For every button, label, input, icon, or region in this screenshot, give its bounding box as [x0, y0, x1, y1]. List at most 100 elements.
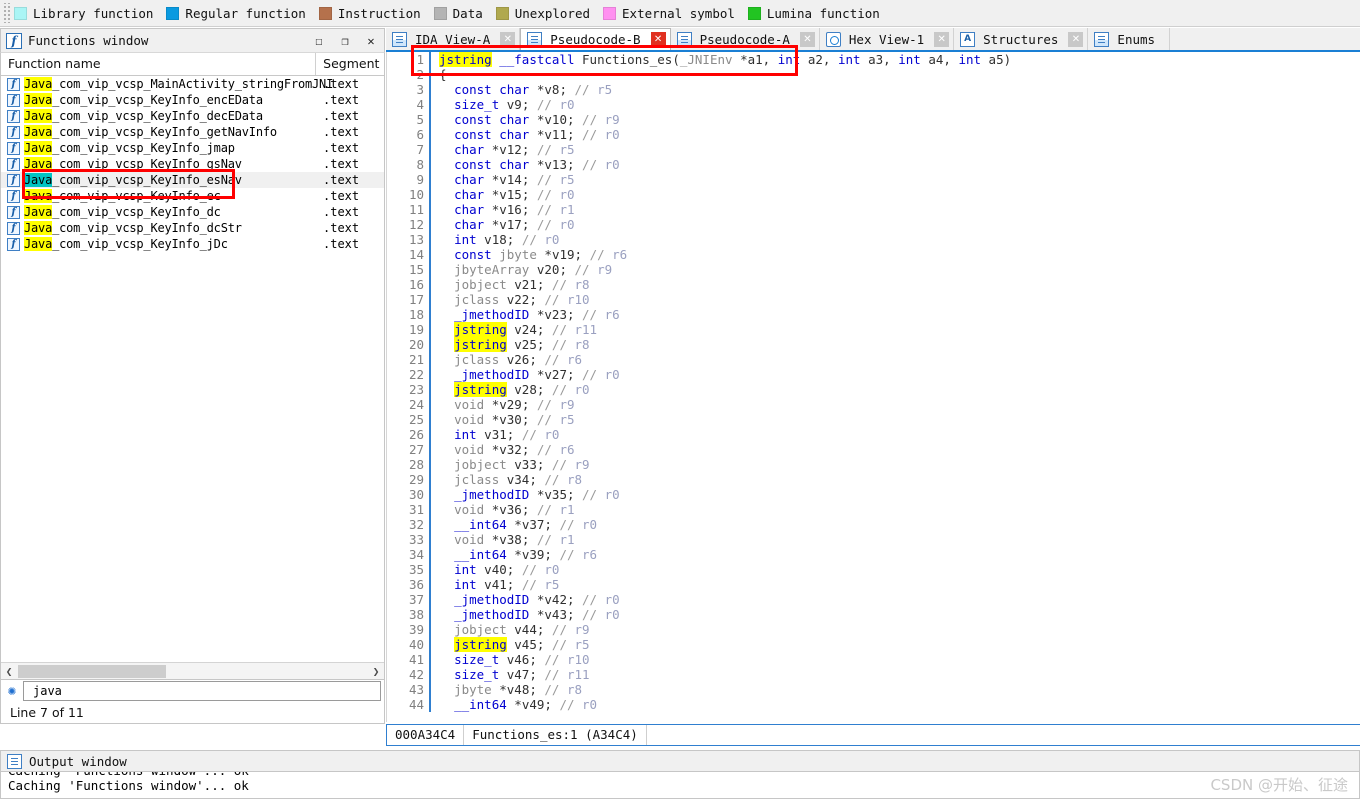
tab-close-icon[interactable]: ✕: [1068, 31, 1084, 47]
code-line[interactable]: 7 char *v12; // r5: [387, 142, 1360, 157]
code-line[interactable]: 37 _jmethodID *v42; // r0: [387, 592, 1360, 607]
line-number: 6: [416, 127, 424, 142]
function-list-row[interactable]: f Java_com_vip_vcsp_KeyInfo_jDc .text: [1, 236, 384, 252]
code-line[interactable]: 24 void *v29; // r9: [387, 397, 1360, 412]
column-header-function-name[interactable]: Function name: [1, 53, 317, 75]
line-number: 23: [408, 382, 424, 397]
tab-close-icon[interactable]: ✕: [799, 31, 815, 47]
filter-asterisk-icon[interactable]: ✺: [1, 684, 23, 698]
tab-enums[interactable]: Enums: [1088, 28, 1171, 50]
code-line[interactable]: 22 _jmethodID *v27; // r0: [387, 367, 1360, 382]
code-line[interactable]: 43 jbyte *v48; // r8: [387, 682, 1360, 697]
function-name-label: Java_com_vip_vcsp_KeyInfo_encEData: [24, 93, 263, 107]
code-line[interactable]: 44 __int64 *v49; // r0: [387, 697, 1360, 712]
tab-ida-view-a[interactable]: IDA View-A ✕: [386, 28, 521, 50]
code-line[interactable]: 20 jstring v25; // r8: [387, 337, 1360, 352]
code-line[interactable]: 16 jobject v21; // r8: [387, 277, 1360, 292]
pseudocode-code-area[interactable]: 1 jstring __fastcall Functions_es(_JNIEnv…: [386, 52, 1360, 722]
code-line[interactable]: 27 void *v32; // r6: [387, 442, 1360, 457]
function-list-row[interactable]: f Java_com_vip_vcsp_KeyInfo_dc .text: [1, 204, 384, 220]
output-window-titlebar[interactable]: Output window: [0, 750, 1360, 772]
functions-list-hscrollbar[interactable]: ❮ ❯: [1, 662, 384, 679]
code-line[interactable]: 4 size_t v9; // r0: [387, 97, 1360, 112]
code-line[interactable]: 32 __int64 *v37; // r0: [387, 517, 1360, 532]
code-line[interactable]: 25 void *v30; // r5: [387, 412, 1360, 427]
code-line[interactable]: 14 const jbyte *v19; // r6: [387, 247, 1360, 262]
code-line[interactable]: 34 __int64 *v39; // r6: [387, 547, 1360, 562]
code-line[interactable]: 29 jclass v34; // r8: [387, 472, 1360, 487]
function-name-label: Java_com_vip_vcsp_KeyInfo_getNavInfo: [24, 125, 277, 139]
code-text: char *v15; // r0: [429, 187, 1360, 202]
tab-hex-view-1[interactable]: Hex View-1 ✕: [819, 28, 955, 50]
code-line[interactable]: 19 jstring v24; // r11: [387, 322, 1360, 337]
code-line[interactable]: 2{: [387, 67, 1360, 82]
line-number: 11: [408, 202, 424, 217]
code-line[interactable]: 36 int v41; // r5: [387, 577, 1360, 592]
column-header-segment[interactable]: Segment: [316, 53, 384, 75]
code-line[interactable]: 5 const char *v10; // r9: [387, 112, 1360, 127]
code-line[interactable]: 3 const char *v8; // r5: [387, 82, 1360, 97]
tab-pseudocode-b[interactable]: Pseudocode-B ✕: [520, 28, 671, 50]
code-line[interactable]: 35 int v40; // r0: [387, 562, 1360, 577]
code-text: char *v14; // r5: [429, 172, 1360, 187]
code-line[interactable]: 42 size_t v47; // r11: [387, 667, 1360, 682]
code-text: const char *v11; // r0: [429, 127, 1360, 142]
code-line[interactable]: 41 size_t v46; // r10: [387, 652, 1360, 667]
code-line[interactable]: 30 _jmethodID *v35; // r0: [387, 487, 1360, 502]
line-number: 32: [408, 517, 424, 532]
functions-window-titlebar[interactable]: f Functions window ☐ ❐ ✕: [0, 28, 385, 52]
code-line[interactable]: 12 char *v17; // r0: [387, 217, 1360, 232]
search-input[interactable]: [23, 681, 381, 701]
code-line[interactable]: 38 _jmethodID *v43; // r0: [387, 607, 1360, 622]
close-button[interactable]: ✕: [358, 30, 384, 52]
code-line[interactable]: 18 _jmethodID *v23; // r6: [387, 307, 1360, 322]
function-list-row[interactable]: f Java_com_vip_vcsp_KeyInfo_dcStr .text: [1, 220, 384, 236]
tab-structures[interactable]: Structures ✕: [954, 28, 1089, 50]
code-line[interactable]: 13 int v18; // r0: [387, 232, 1360, 247]
code-line[interactable]: 1 jstring __fastcall Functions_es(_JNIEnv…: [387, 52, 1360, 67]
function-list-row[interactable]: f Java_com_vip_vcsp_KeyInfo_jmap .text: [1, 140, 384, 156]
function-list-row[interactable]: f Java_com_vip_vcsp_MainActivity_stringFr…: [1, 76, 384, 92]
code-line[interactable]: 31 void *v36; // r1: [387, 502, 1360, 517]
tab-close-icon[interactable]: ✕: [500, 31, 516, 47]
code-line[interactable]: 33 void *v38; // r1: [387, 532, 1360, 547]
line-number: 20: [408, 337, 424, 352]
function-list-row[interactable]: f Java_com_vip_vcsp_KeyInfo_getNavInfo .te…: [1, 124, 384, 140]
function-list-row[interactable]: f Java_com_vip_vcsp_KeyInfo_decEData .text: [1, 108, 384, 124]
scroll-right-icon[interactable]: ❯: [368, 664, 384, 679]
code-line[interactable]: 23 jstring v28; // r0: [387, 382, 1360, 397]
output-window-body[interactable]: Caching 'Functions window'... ok Caching…: [0, 772, 1360, 799]
code-line[interactable]: 10 char *v15; // r0: [387, 187, 1360, 202]
tab-label: Hex View-1: [848, 31, 925, 47]
code-line[interactable]: 6 const char *v11; // r0: [387, 127, 1360, 142]
code-line[interactable]: 40 jstring v45; // r5: [387, 637, 1360, 652]
code-line[interactable]: 28 jobject v33; // r9: [387, 457, 1360, 472]
line-number: 33: [408, 532, 424, 547]
function-list-row[interactable]: f Java_com_vip_vcsp_KeyInfo_esNav .text: [1, 172, 384, 188]
code-line[interactable]: 9 char *v14; // r5: [387, 172, 1360, 187]
code-line[interactable]: 15 jbyteArray v20; // r9: [387, 262, 1360, 277]
document-icon: [527, 32, 543, 47]
legend-label: Lumina function: [766, 5, 880, 21]
code-line[interactable]: 26 int v31; // r0: [387, 427, 1360, 442]
maximize-button[interactable]: ☐: [306, 30, 332, 52]
scrollbar-thumb[interactable]: [18, 664, 166, 678]
code-line[interactable]: 21 jclass v26; // r6: [387, 352, 1360, 367]
tab-close-icon[interactable]: ✕: [934, 31, 950, 47]
toolbar-drag-handle[interactable]: [2, 3, 11, 23]
tab-close-icon[interactable]: ✕: [650, 32, 666, 47]
code-line[interactable]: 11 char *v16; // r1: [387, 202, 1360, 217]
code-line[interactable]: 39 jobject v44; // r9: [387, 622, 1360, 637]
tab-pseudocode-a[interactable]: Pseudocode-A ✕: [670, 28, 820, 50]
line-number: 13: [408, 232, 424, 247]
function-list-row[interactable]: f Java_com_vip_vcsp_KeyInfo_ec .text: [1, 188, 384, 204]
restore-button[interactable]: ❐: [332, 30, 358, 52]
code-line[interactable]: 8 const char *v13; // r0: [387, 157, 1360, 172]
line-number: 8: [416, 157, 424, 172]
line-number: 9: [416, 172, 424, 187]
function-list-row[interactable]: f Java_com_vip_vcsp_KeyInfo_encEData .text: [1, 92, 384, 108]
scroll-left-icon[interactable]: ❮: [1, 664, 17, 679]
function-list-row[interactable]: f Java_com_vip_vcsp_KeyInfo_gsNav .text: [1, 156, 384, 172]
line-number: 30: [408, 487, 424, 502]
code-line[interactable]: 17 jclass v22; // r10: [387, 292, 1360, 307]
